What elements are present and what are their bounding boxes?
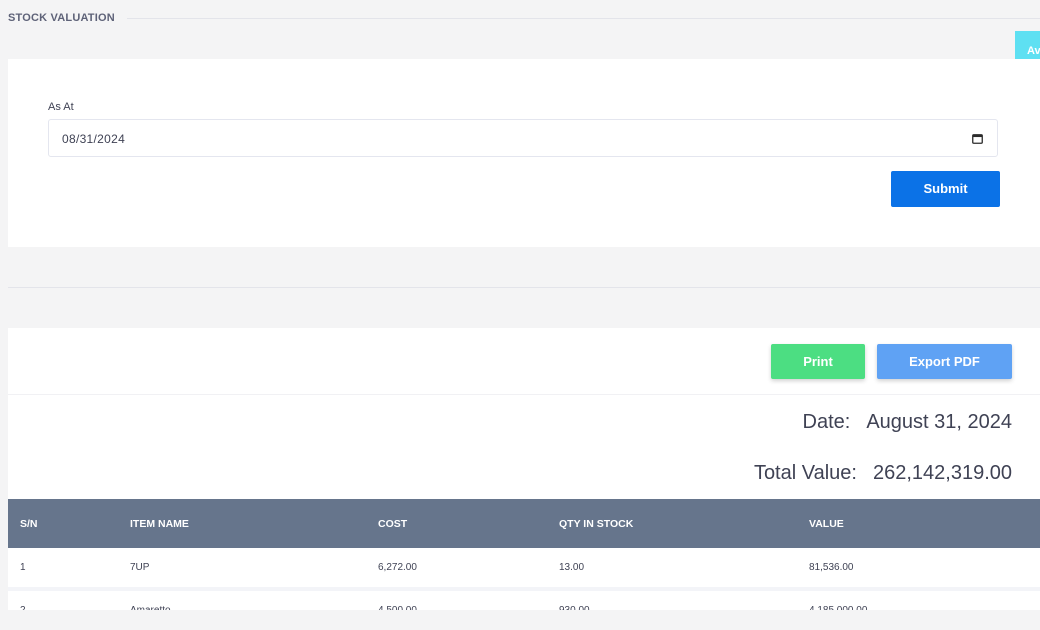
- page-title: STOCK VALUATION: [8, 12, 127, 24]
- export-pdf-button[interactable]: Export PDF: [877, 344, 1012, 379]
- cell-qty: 930.00: [547, 589, 797, 610]
- table-row: 1 7UP 6,272.00 13.00 81,536.00: [8, 548, 1040, 591]
- report-date-label: Date:: [802, 411, 851, 433]
- col-item-name[interactable]: ITEM NAME: [118, 499, 366, 548]
- report-card: Print Export PDF Date: August 31, 2024 To…: [8, 328, 1040, 610]
- header-divider: [8, 18, 1040, 19]
- table-header-row: S/N ITEM NAME COST QTY IN STOCK VALUE: [8, 499, 1040, 548]
- table-row: 2 Amaretto 4,500.00 930.00 4,185,000.00: [8, 589, 1040, 610]
- col-cost[interactable]: COST: [366, 499, 547, 548]
- cell-cost: 4,500.00: [366, 589, 547, 610]
- submit-button[interactable]: Submit: [891, 171, 1000, 207]
- cell-qty: 13.00: [547, 548, 797, 591]
- page-header: STOCK VALUATION: [8, 12, 1040, 26]
- report-date: Date: August 31, 2024: [803, 411, 1013, 434]
- cell-value: 81,536.00: [797, 548, 1040, 591]
- cell-value: 4,185,000.00: [797, 589, 1040, 610]
- print-button[interactable]: Print: [771, 344, 865, 379]
- cell-cost: 6,272.00: [366, 548, 547, 591]
- total-value: Total Value: 262,142,319.00: [754, 462, 1012, 485]
- section-divider: [8, 287, 1040, 288]
- cell-sn: 1: [8, 548, 118, 591]
- as-at-label: As At: [48, 101, 74, 113]
- cell-item-name: Amaretto: [118, 589, 366, 610]
- total-value-amount: 262,142,319.00: [872, 462, 1012, 484]
- cell-item-name: 7UP: [118, 548, 366, 591]
- filter-card: As At 08/31/2024 Submit: [8, 59, 1040, 247]
- col-sn[interactable]: S/N: [8, 499, 118, 548]
- as-at-date-input[interactable]: 08/31/2024: [48, 119, 998, 157]
- report-toolbar: Print Export PDF: [8, 328, 1040, 395]
- total-value-label: Total Value:: [753, 462, 857, 484]
- stock-valuation-table: S/N ITEM NAME COST QTY IN STOCK VALUE 1 …: [8, 499, 1040, 610]
- calendar-icon[interactable]: [972, 133, 983, 144]
- report-date-value: August 31, 2024: [866, 411, 1012, 433]
- cell-sn: 2: [8, 589, 118, 610]
- col-qty-in-stock[interactable]: QTY IN STOCK: [547, 499, 797, 548]
- col-value[interactable]: VALUE: [797, 499, 1040, 548]
- date-input-value: 08/31/2024: [62, 132, 126, 146]
